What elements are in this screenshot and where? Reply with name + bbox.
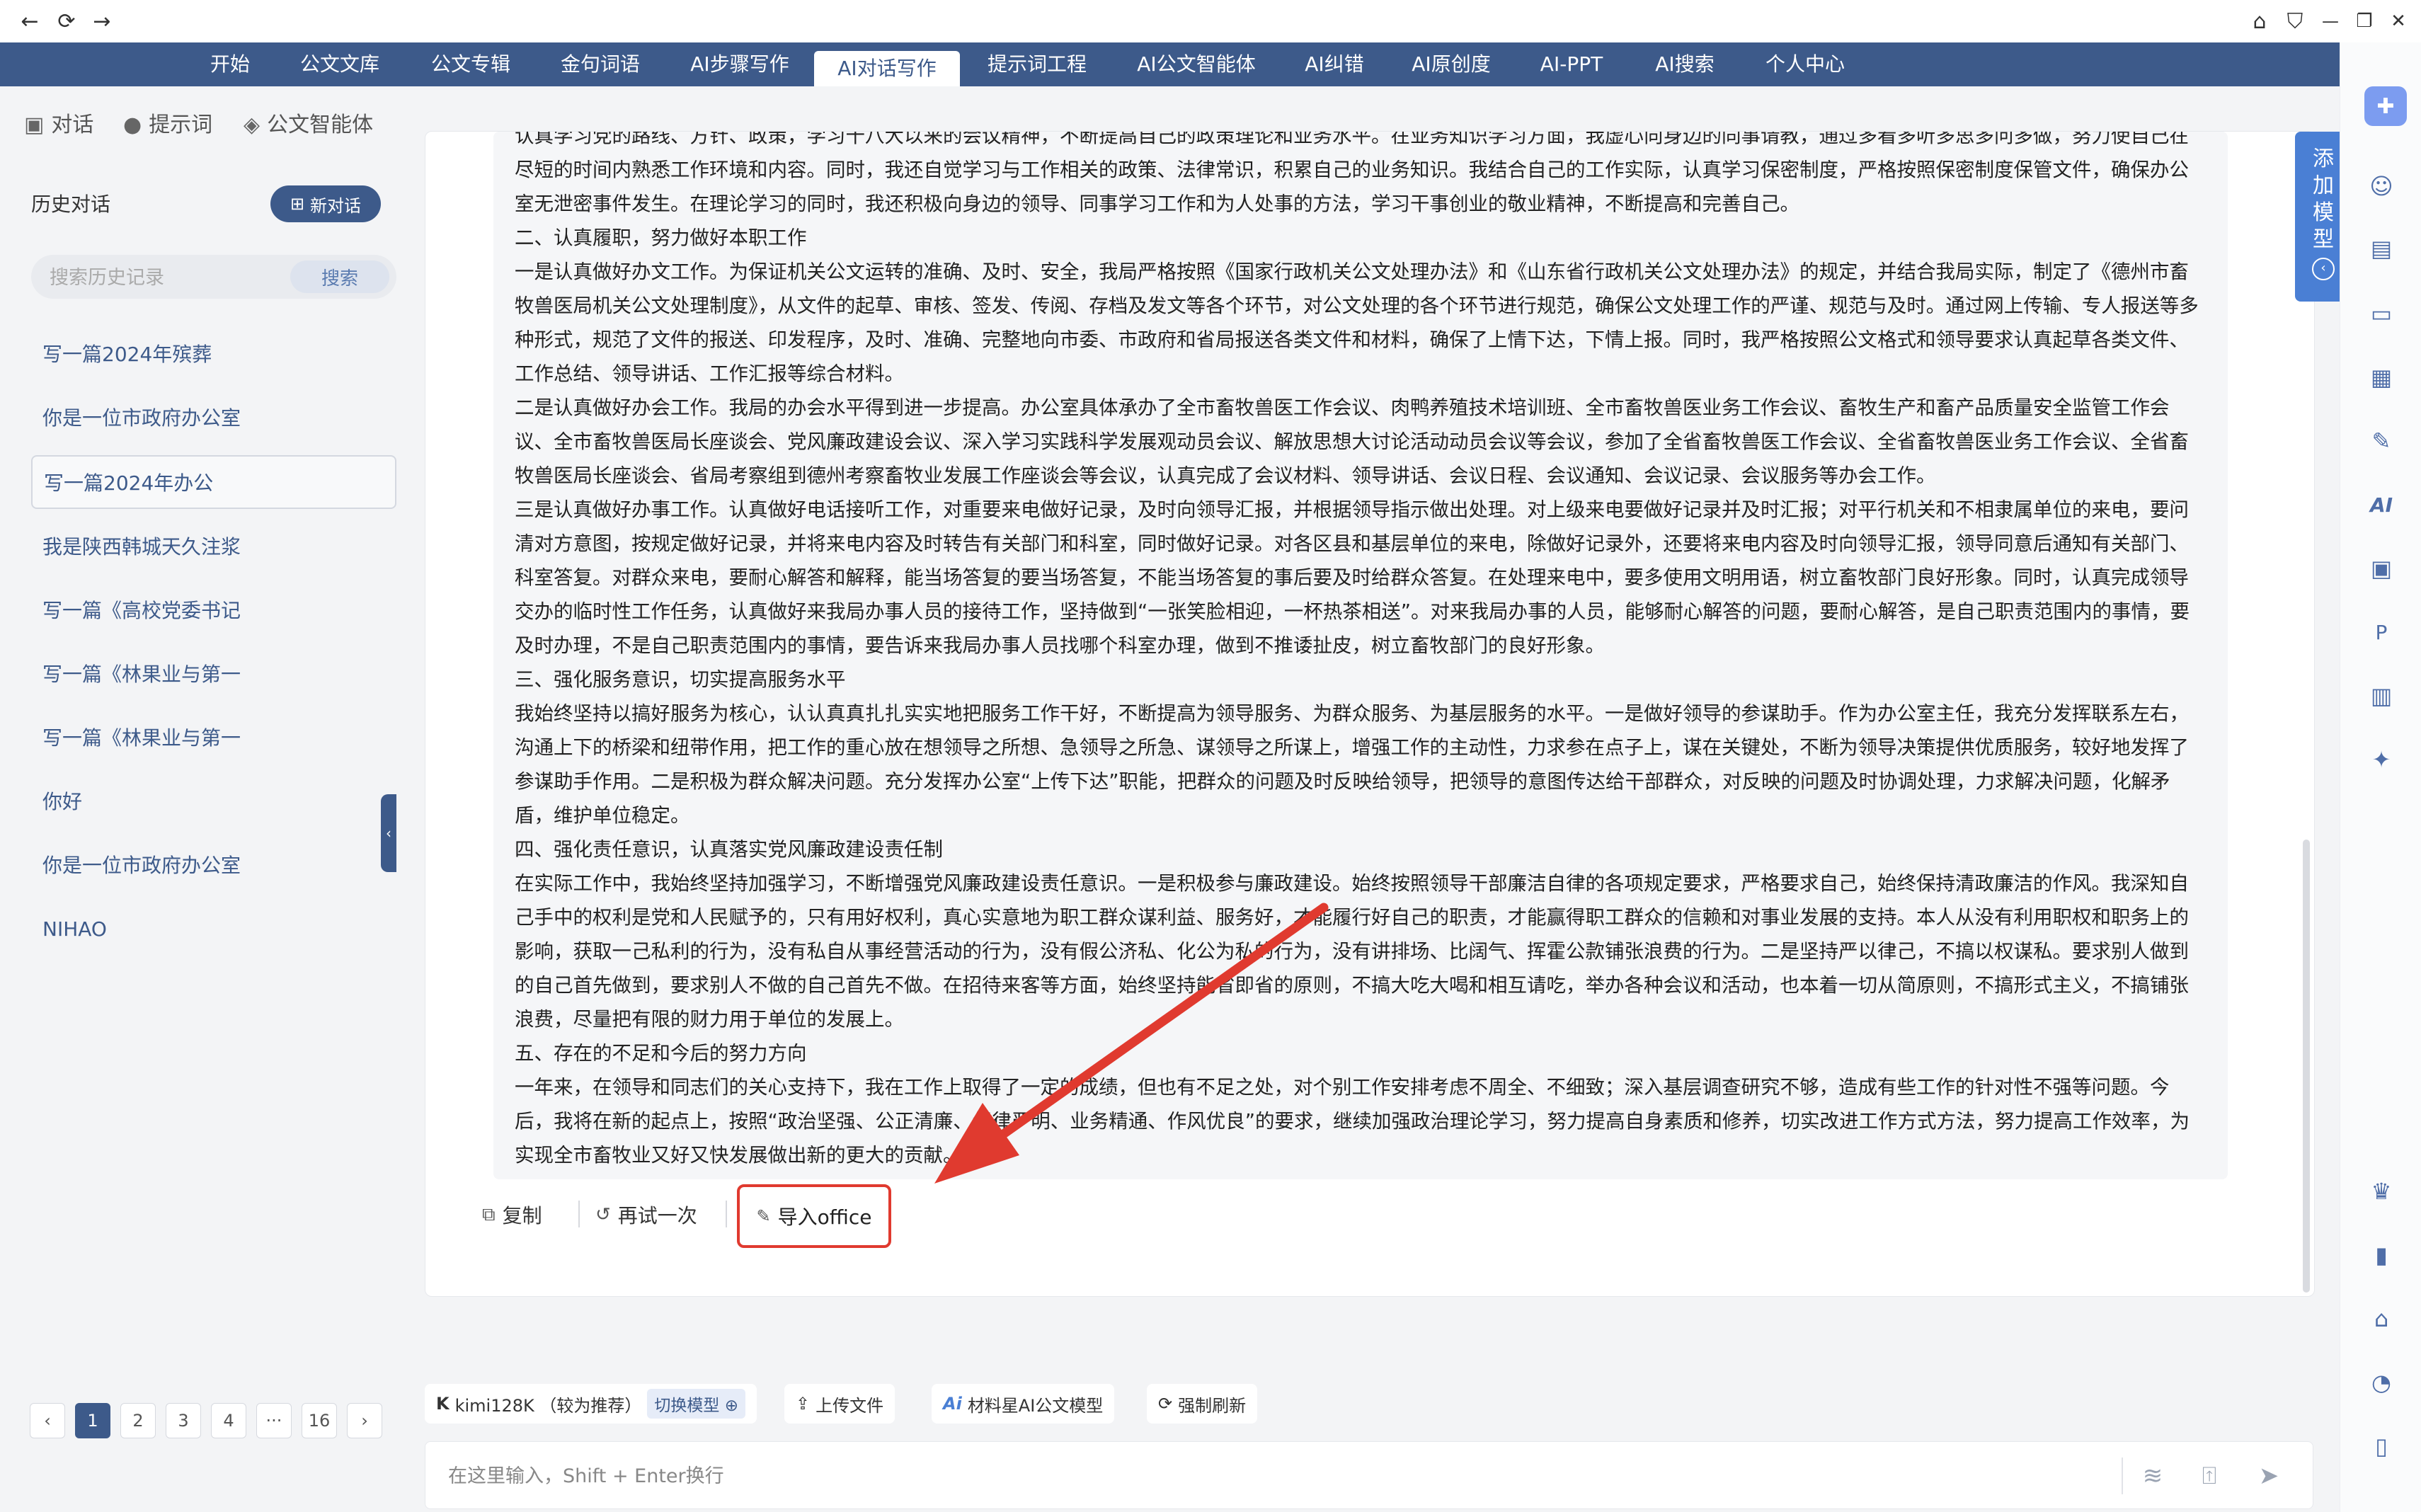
- right-icon-rail: ☺ ▤ ▭ ▦ ✎ AI ▣ P ▥ ✦ ♛ ▮ ⌂ ◔ ▯: [2340, 42, 2421, 1512]
- message-input-bar: ≋ ⍐ ➤: [425, 1441, 2313, 1509]
- rail-top-app-icon[interactable]: ✚: [2364, 86, 2407, 126]
- network-search-icon[interactable]: ≋: [2134, 1457, 2171, 1494]
- force-refresh-label: 强制刷新: [1178, 1395, 1247, 1416]
- material-model-button[interactable]: Ai 材料星AI公文模型: [932, 1384, 1115, 1424]
- briefcase-icon[interactable]: ▤: [2365, 232, 2398, 265]
- home-rail-icon[interactable]: ⌂: [2365, 1302, 2398, 1335]
- original-icon[interactable]: ▥: [2365, 680, 2398, 712]
- ai-icon[interactable]: AI: [2365, 488, 2398, 521]
- write-icon[interactable]: ✎: [2365, 425, 2398, 457]
- send-icon[interactable]: ➤: [2250, 1457, 2287, 1494]
- add-model-char: 模: [2313, 200, 2334, 225]
- upload-box-icon[interactable]: ⍐: [2191, 1457, 2228, 1494]
- add-model-char: 添: [2313, 147, 2334, 171]
- upload-file-button[interactable]: ⇪ 上传文件: [784, 1384, 895, 1424]
- library-icon[interactable]: ▦: [2365, 361, 2398, 394]
- material-model-label: 材料星AI公文模型: [967, 1395, 1104, 1416]
- vip-crown-icon[interactable]: ♛: [2365, 1175, 2398, 1208]
- model-selector[interactable]: K kimi128K （较为推荐） 切换模型 ⊕: [425, 1384, 757, 1424]
- chart-icon[interactable]: ▮: [2365, 1239, 2398, 1271]
- clock-icon[interactable]: ◔: [2365, 1366, 2398, 1399]
- annotation-arrow: [934, 903, 1329, 1184]
- phone-icon[interactable]: ▯: [2365, 1430, 2398, 1462]
- report-icon[interactable]: ▣: [2365, 552, 2398, 585]
- upload-icon: ⇪: [796, 1394, 811, 1414]
- avatar-icon[interactable]: ☺: [2365, 170, 2398, 202]
- input-divider: [2122, 1457, 2123, 1494]
- model-label: kimi128K （较为推荐）: [454, 1395, 642, 1416]
- add-model-char: 型: [2313, 227, 2334, 252]
- collapse-circle-icon: ‹: [2312, 258, 2335, 280]
- refresh-icon: ⟳: [1158, 1394, 1173, 1414]
- message-input[interactable]: [447, 1455, 2078, 1497]
- gift-icon[interactable]: ✦: [2365, 743, 2398, 776]
- document-icon[interactable]: ▭: [2365, 297, 2398, 330]
- upload-label: 上传文件: [815, 1395, 884, 1416]
- switch-model-button[interactable]: 切换模型 ⊕: [647, 1389, 745, 1419]
- kimi-icon: K: [436, 1394, 450, 1414]
- add-model-char: 加: [2313, 173, 2334, 198]
- ppt-icon[interactable]: P: [2365, 616, 2398, 648]
- ai-model-icon: Ai: [943, 1394, 962, 1414]
- force-refresh-button[interactable]: ⟳ 强制刷新: [1147, 1384, 1258, 1424]
